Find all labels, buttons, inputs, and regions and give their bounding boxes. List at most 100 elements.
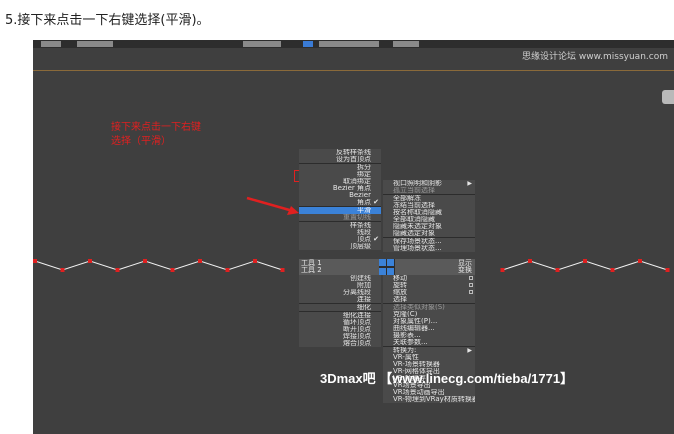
menu-item-label: VR-属性	[393, 354, 419, 361]
checkmark-icon: ✔	[373, 199, 379, 206]
menu-item-label: 连接	[357, 296, 371, 303]
menu-item[interactable]: 隐藏选定对象	[383, 230, 475, 237]
spline-vertex[interactable]	[253, 259, 257, 263]
menu-item[interactable]: 按名称取消隐藏	[383, 209, 475, 216]
menu-item-label: 冻结当前选择	[393, 202, 435, 209]
menu-item-label: 取消绑定	[343, 178, 371, 185]
menu-item[interactable]: 缩放	[383, 289, 475, 296]
spline-vertex[interactable]	[143, 259, 147, 263]
menu-item[interactable]: 分离线段	[299, 289, 381, 296]
menu-item[interactable]: 样条线	[299, 222, 381, 229]
menu-item[interactable]: 克隆(C)	[383, 311, 475, 318]
menu-item[interactable]: 创建线	[299, 275, 381, 282]
spline-segment[interactable]	[34, 260, 283, 271]
menu-item-label: 缩放	[393, 289, 407, 296]
menu-item[interactable]: 视口照明和阴影 ▶	[383, 180, 475, 187]
spline-vertex[interactable]	[638, 259, 642, 263]
spline-vertex[interactable]	[170, 268, 175, 272]
menu-item-label: 摄影表...	[393, 332, 421, 339]
menu-item[interactable]: 顶层级	[299, 243, 381, 250]
menu-item[interactable]: 隐藏未选定对象	[383, 223, 475, 230]
menu-item[interactable]: VR-场景转换器	[383, 361, 475, 368]
menu-item-label: VR场景动画导出	[393, 389, 445, 396]
spline-vertex[interactable]	[665, 268, 670, 272]
menu-item[interactable]: 细化	[299, 304, 381, 311]
quad-menu-center-icon	[379, 259, 395, 275]
menu-item-label: 保存场景状态...	[393, 238, 442, 245]
menu-item[interactable]: 关联参数...	[383, 339, 475, 346]
spline-vertex[interactable]	[198, 259, 202, 263]
menu-item[interactable]: 全部解冻	[383, 195, 475, 202]
menu-item-label: 角点	[357, 199, 371, 206]
settings-box-icon[interactable]	[469, 276, 473, 280]
settings-box-icon[interactable]	[469, 290, 473, 294]
menu-item[interactable]: 熔合顶点	[299, 340, 381, 347]
spline-vertex[interactable]	[280, 268, 285, 272]
menu-item[interactable]: 转换为: ▶	[383, 347, 475, 354]
spline-vertex[interactable]	[115, 268, 120, 272]
spline-vertex[interactable]	[555, 268, 560, 272]
menu-item-label: 平滑	[357, 207, 371, 214]
spline-vertex[interactable]	[60, 268, 65, 272]
menu-item-label: 设为首顶点	[336, 156, 371, 163]
menu-item[interactable]: 绑定	[299, 171, 381, 178]
menu-item[interactable]: 角点 ✔	[299, 199, 381, 206]
menu-item[interactable]: VR场景动画导出	[383, 389, 475, 396]
menu-item[interactable]: 旋转	[383, 282, 475, 289]
menu-item-label: VR-物理到VRay材质转换器	[393, 396, 475, 403]
spline-vertex[interactable]	[610, 268, 615, 272]
step-caption: 5.接下来点击一下右键选择(平滑)。	[5, 13, 210, 28]
menu-item-label: 旋转	[393, 282, 407, 289]
menu-item[interactable]: 顶点 ✔	[299, 236, 381, 243]
menu-item-label: 转换为:	[393, 347, 417, 354]
menu-item[interactable]: 选择	[383, 296, 475, 303]
annotation-arrow-icon	[246, 196, 299, 215]
menu-item[interactable]: 全部取消隐藏	[383, 216, 475, 223]
menu-item[interactable]: 选择类似对象(S)	[383, 304, 475, 311]
menu-item[interactable]: Bezier	[299, 192, 381, 199]
menu-item[interactable]: Bezier 角点	[299, 185, 381, 192]
menu-item[interactable]: 孤立当前选择	[383, 187, 475, 194]
spline-vertex[interactable]	[528, 259, 532, 263]
menu-item[interactable]: 线段	[299, 229, 381, 236]
spline-vertex[interactable]	[33, 259, 37, 263]
quad-menu-upper-left: 反转样条线 设为首顶点 拆分 绑定 取消绑定 Bezier 角点 Bezier 角点 ✔ 平滑 重置…	[299, 149, 381, 250]
menu-item[interactable]: 拆分	[299, 164, 381, 171]
menu-item[interactable]: 平滑	[299, 207, 381, 214]
menu-item[interactable]: 设为首顶点	[299, 156, 381, 163]
menu-item[interactable]: 管理场景状态...	[383, 245, 475, 252]
menu-item[interactable]: 冻结当前选择	[383, 202, 475, 209]
menu-item[interactable]: 移动	[383, 275, 475, 282]
spline-vertex[interactable]	[583, 259, 587, 263]
menu-item[interactable]: 断开顶点	[299, 326, 381, 333]
menu-item-label: 细化	[357, 304, 371, 311]
menu-item[interactable]: 循环顶点	[299, 319, 381, 326]
menu-item-label: 循环顶点	[343, 319, 371, 326]
menu-item[interactable]: 附加	[299, 282, 381, 289]
menu-item[interactable]: 保存场景状态...	[383, 238, 475, 245]
menu-item[interactable]: 连接	[299, 296, 381, 303]
menu-item[interactable]: 反转样条线	[299, 149, 381, 156]
menu-item[interactable]: VR-属性	[383, 354, 475, 361]
menu-item[interactable]: 重置切线	[299, 214, 381, 221]
menu-item-label: 全部解冻	[393, 195, 421, 202]
menu-item[interactable]: 取消绑定	[299, 178, 381, 185]
menu-item[interactable]: 对象属性(P)...	[383, 318, 475, 325]
menu-item-label: 移动	[393, 275, 407, 282]
menu-item[interactable]: 摄影表...	[383, 332, 475, 339]
menu-item[interactable]: VR-物理到VRay材质转换器	[383, 396, 475, 403]
menu-item-label: 拆分	[357, 164, 371, 171]
menu-item[interactable]: 细化连接	[299, 312, 381, 319]
menu-item[interactable]: 焊接顶点	[299, 333, 381, 340]
menu-item-label: 焊接顶点	[343, 333, 371, 340]
spline-vertex[interactable]	[225, 268, 230, 272]
menu-item-label: 熔合顶点	[343, 340, 371, 347]
menu-item[interactable]: 曲线编辑器...	[383, 325, 475, 332]
spline-vertex[interactable]	[88, 259, 92, 263]
menu-item-label: 重置切线	[343, 214, 371, 221]
settings-box-icon[interactable]	[469, 283, 473, 287]
spline-vertex[interactable]	[500, 268, 505, 272]
menu-item-label: 隐藏选定对象	[393, 230, 435, 237]
menu-item-label: 绑定	[357, 171, 371, 178]
menu-item-label: 对象属性(P)...	[393, 318, 438, 325]
